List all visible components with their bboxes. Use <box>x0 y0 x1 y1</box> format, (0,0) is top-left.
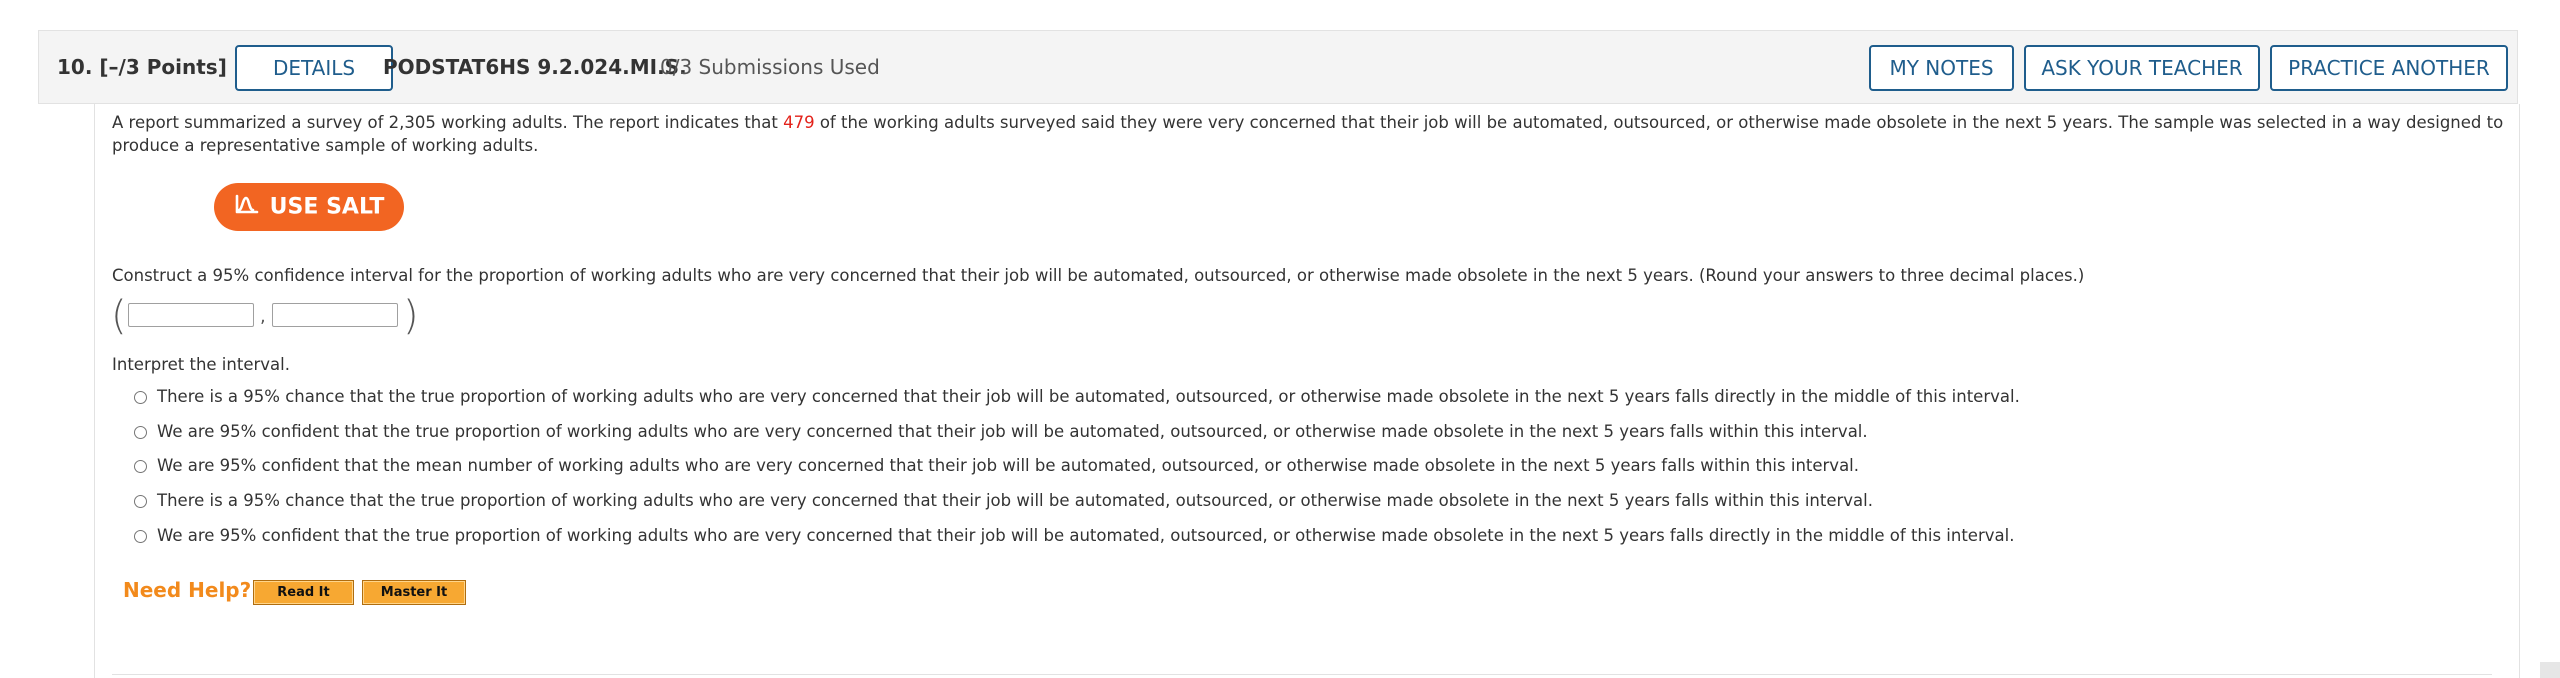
practice-another-button[interactable]: PRACTICE ANOTHER <box>2270 45 2508 91</box>
option-label: We are 95% confident that the mean numbe… <box>157 456 1860 475</box>
radio-button[interactable] <box>134 390 147 404</box>
details-button[interactable]: DETAILS <box>235 45 393 91</box>
ask-your-teacher-button[interactable]: ASK YOUR TEACHER <box>2024 45 2260 91</box>
my-notes-button[interactable]: MY NOTES <box>1869 45 2014 91</box>
option-label: There is a 95% chance that the true prop… <box>157 491 1873 510</box>
interpretation-option-3[interactable]: We are 95% confident that the mean numbe… <box>134 455 1859 477</box>
problem-statement-line2: produce a representative sample of worki… <box>112 136 539 155</box>
radio-button[interactable] <box>134 529 147 543</box>
option-label: We are 95% confident that the true propo… <box>157 422 1868 441</box>
submissions-used: 0/3 Submissions Used <box>660 55 880 79</box>
salt-logo-icon <box>234 192 260 222</box>
interval-separator: , <box>260 306 266 327</box>
problem-statement-line1: A report summarized a survey of 2,305 wo… <box>112 113 2504 132</box>
question-header: 10. [–/3 Points] DETAILS PODSTAT6HS 9.2.… <box>38 30 2518 104</box>
read-it-button[interactable]: Read It <box>253 580 354 605</box>
construct-interval-prompt: Construct a 95% confidence interval for … <box>112 266 2085 285</box>
master-it-button[interactable]: Master It <box>362 580 466 605</box>
interpretation-option-1[interactable]: There is a 95% chance that the true prop… <box>134 386 2020 408</box>
close-parenthesis: ) <box>403 293 419 339</box>
highlighted-count: 479 <box>783 113 815 132</box>
radio-button[interactable] <box>134 425 147 439</box>
interpretation-option-5[interactable]: We are 95% confident that the true propo… <box>134 525 2014 547</box>
option-label: There is a 95% chance that the true prop… <box>157 387 2020 406</box>
webassign-question-page: 10. [–/3 Points] DETAILS PODSTAT6HS 9.2.… <box>0 0 2560 678</box>
radio-button[interactable] <box>134 494 147 508</box>
scrollbar-corner[interactable] <box>2540 662 2560 678</box>
radio-button[interactable] <box>134 459 147 473</box>
need-help-label: Need Help? <box>123 578 252 602</box>
question-number-points: 10. [–/3 Points] <box>57 55 227 79</box>
open-parenthesis: ( <box>111 293 127 339</box>
interpret-prompt: Interpret the interval. <box>112 355 290 374</box>
option-label: We are 95% confident that the true propo… <box>157 526 2015 545</box>
interval-upper-input[interactable] <box>272 303 398 327</box>
divider <box>112 674 2492 675</box>
question-code: PODSTAT6HS 9.2.024.MI.S. <box>383 55 687 79</box>
interval-lower-input[interactable] <box>128 303 254 327</box>
interpretation-option-2[interactable]: We are 95% confident that the true propo… <box>134 421 1868 443</box>
use-salt-button[interactable]: USE SALT <box>214 183 404 231</box>
interpretation-option-4[interactable]: There is a 95% chance that the true prop… <box>134 490 1873 512</box>
